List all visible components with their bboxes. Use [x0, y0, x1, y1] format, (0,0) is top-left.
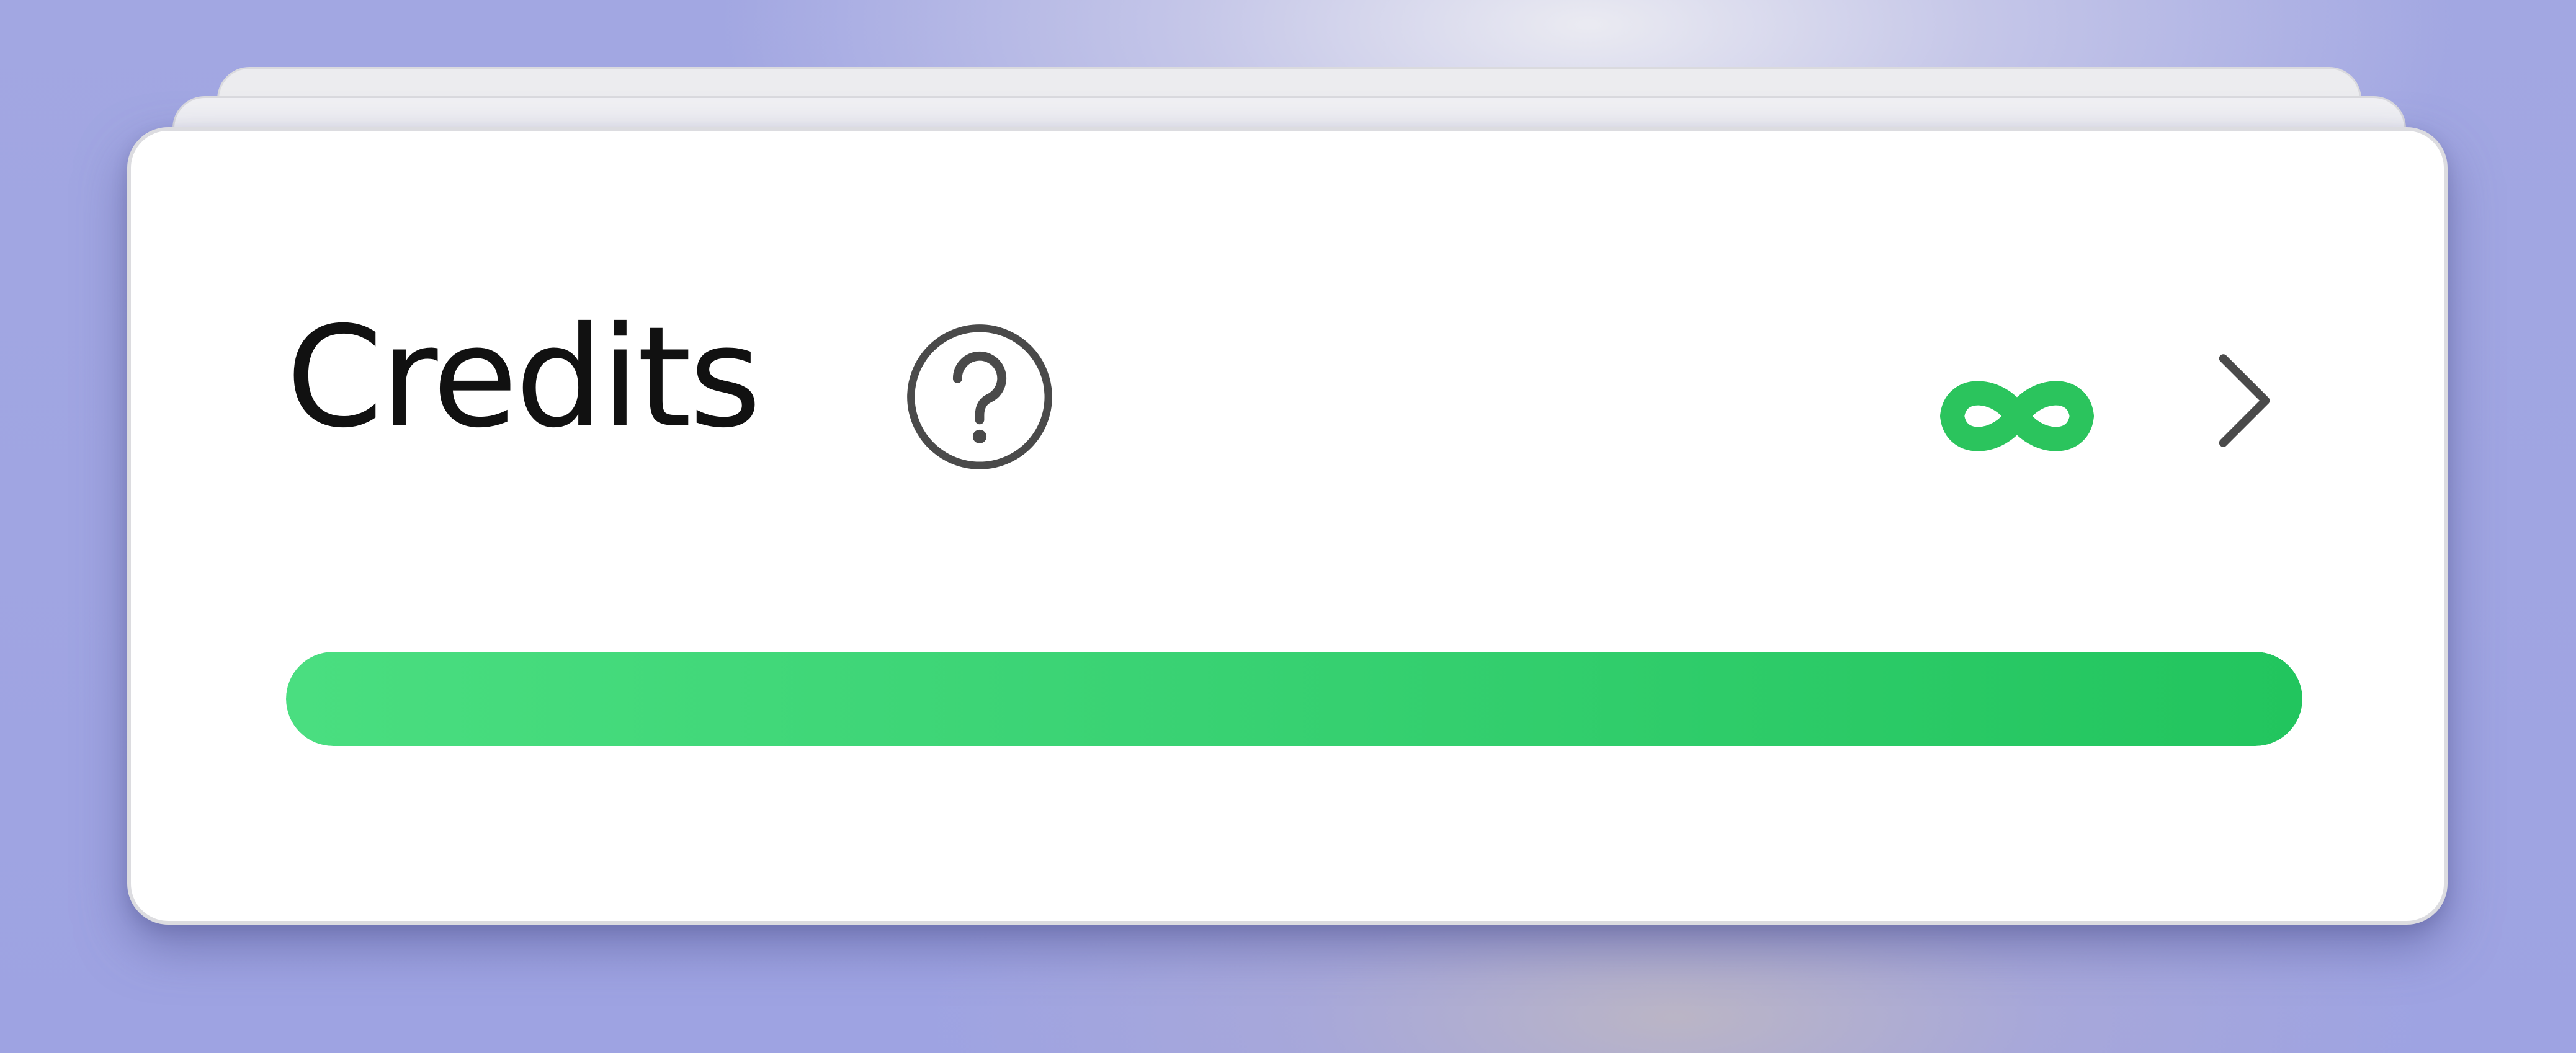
- credits-title: Credits: [286, 296, 761, 458]
- credits-progress-fill: [286, 652, 2302, 746]
- credits-card: Credits: [127, 127, 2448, 925]
- credits-progress-bar: [286, 652, 2302, 746]
- help-icon[interactable]: [903, 321, 1056, 473]
- chevron-right-icon[interactable]: [2212, 348, 2281, 453]
- infinity-icon: [1940, 381, 2094, 451]
